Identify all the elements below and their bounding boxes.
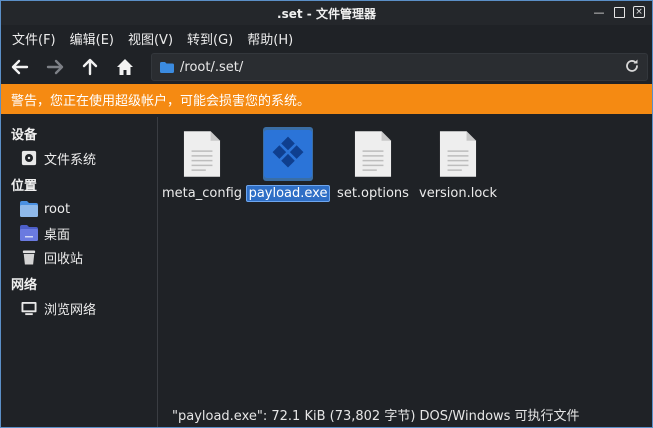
status-bar: "payload.exe": 72.1 KiB (73,802 字节) DOS/… [158,401,652,427]
folder-home-icon [20,200,38,218]
status-text: "payload.exe": 72.1 KiB (73,802 字节) DOS/… [172,408,580,424]
menu-go[interactable]: 转到(G) [180,29,240,48]
executable-file-icon [263,127,313,181]
root-warning-banner: 警告，您正在使用超级帐户，可能会损害您的系统。 [1,84,652,114]
arrow-left-icon [11,59,29,75]
menu-file[interactable]: 文件(F) [5,29,63,48]
menu-edit[interactable]: 编辑(E) [63,29,121,48]
text-file-icon [348,127,398,181]
location-path: /root/.set/ [180,59,244,75]
file-item-payload-exe[interactable]: payload.exe [245,127,331,202]
sidebar-heading-network: 网络 [11,278,38,293]
close-button[interactable]: × [630,4,648,20]
title-bar[interactable]: .set - 文件管理器 — × [1,1,652,25]
sidebar-item-label: root [44,201,71,217]
warning-text: 警告，您正在使用超级帐户，可能会损害您的系统。 [11,93,311,109]
sidebar-item-label: 浏览网络 [44,302,97,318]
desktop-folder-icon [20,224,38,242]
menu-view[interactable]: 视图(V) [121,29,180,48]
file-item-meta-config[interactable]: meta_config [162,127,242,202]
file-manager-window: .set - 文件管理器 — × 文件(F) 编辑(E) 视图(V) 转到(G)… [0,0,653,428]
file-view[interactable]: meta_config payload.exe set.options vers… [158,117,652,427]
maximize-button[interactable] [610,4,628,20]
drive-icon [20,149,38,167]
home-button[interactable] [112,54,138,80]
trash-icon [20,248,38,266]
sidebar-item-browse-network[interactable]: 浏览网络 [1,296,157,320]
main-area: 设备 文件系统 位置 root 桌面 回收站 网络 浏览网络 meta_conf… [1,117,652,427]
minimize-button[interactable]: — [590,4,608,20]
sidebar-item-trash[interactable]: 回收站 [1,245,157,269]
sidebar-item-label: 文件系统 [44,152,97,168]
folder-icon [160,61,174,73]
window-title: .set - 文件管理器 [277,6,376,21]
file-item-version-lock[interactable]: version.lock [418,127,498,202]
network-icon [20,299,38,317]
up-button[interactable] [77,54,103,80]
window-controls: — × [590,4,648,20]
file-name: version.lock [419,186,497,201]
file-name: meta_config [162,186,243,201]
close-icon: × [633,6,645,18]
sidebar-heading-devices: 设备 [11,128,38,143]
sidebar-item-label: 桌面 [44,227,71,243]
forward-button[interactable] [42,54,68,80]
refresh-icon[interactable] [624,58,640,74]
location-bar[interactable]: /root/.set/ [151,53,648,81]
file-name: payload.exe [245,185,331,202]
home-icon [117,59,133,75]
file-name: set.options [337,186,409,201]
arrow-up-icon [82,58,98,76]
sidebar-item-desktop[interactable]: 桌面 [1,221,157,245]
text-file-icon [177,127,227,181]
back-button[interactable] [7,54,33,80]
menu-bar: 文件(F) 编辑(E) 视图(V) 转到(G) 帮助(H) [1,25,652,51]
file-item-set-options[interactable]: set.options [333,127,413,202]
sidebar-heading-places: 位置 [11,179,38,194]
toolbar: /root/.set/ [1,51,652,83]
menu-help[interactable]: 帮助(H) [240,29,300,48]
text-file-icon [433,127,483,181]
maximize-icon [613,6,625,18]
sidebar-item-filesystem[interactable]: 文件系统 [1,146,157,170]
sidebar-item-root[interactable]: root [1,197,157,221]
sidebar: 设备 文件系统 位置 root 桌面 回收站 网络 浏览网络 [1,117,158,427]
sidebar-item-label: 回收站 [44,251,84,267]
arrow-right-icon [46,59,64,75]
